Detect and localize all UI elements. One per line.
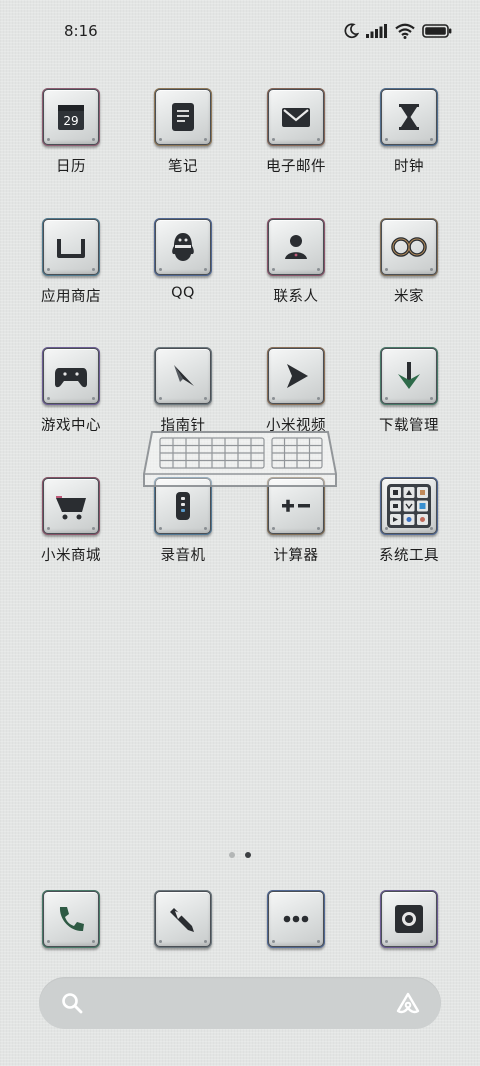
notes-icon (172, 103, 194, 131)
app-tile (267, 890, 325, 948)
app-mijia[interactable]: 米家 (354, 216, 464, 326)
app-tile (380, 347, 438, 405)
app-label: 时钟 (394, 159, 424, 175)
page-indicator (0, 852, 480, 858)
app-mi-video[interactable]: 小米视频 (241, 345, 351, 455)
app-contacts[interactable]: 联系人 (241, 216, 351, 326)
app-label: 米家 (394, 289, 424, 305)
app-tile (380, 88, 438, 146)
camera-icon (395, 905, 423, 933)
moon-icon (344, 23, 359, 39)
app-tile (42, 218, 100, 276)
app-tile (154, 477, 212, 535)
calculator-icon (282, 499, 310, 512)
dock-phone[interactable] (16, 888, 126, 948)
app-label: 日历 (56, 159, 86, 175)
wifi-icon (395, 23, 415, 39)
phone-icon (59, 907, 84, 932)
status-time: 8:16 (64, 22, 98, 40)
app-label: 应用商店 (41, 289, 101, 305)
folder-system-tools[interactable]: 系统工具 (354, 475, 464, 585)
app-tile (267, 477, 325, 535)
app-label: 指南针 (160, 418, 206, 434)
app-game-center[interactable]: 游戏中心 (16, 345, 126, 455)
video-play-icon (287, 364, 308, 388)
app-label: 计算器 (273, 548, 319, 564)
app-tile (267, 347, 325, 405)
app-label: 联系人 (273, 289, 319, 305)
app-label: 系统工具 (379, 548, 439, 564)
app-label: 小米视频 (266, 418, 326, 434)
app-label: 游戏中心 (41, 418, 101, 434)
status-icons (343, 21, 452, 41)
recorder-icon (176, 492, 190, 520)
app-tile (380, 477, 438, 535)
calendar-date: 29 (63, 114, 78, 128)
app-label: QQ (171, 285, 195, 301)
messages-icon (283, 915, 309, 923)
app-label: 下载管理 (379, 418, 439, 434)
hourglass-icon (399, 104, 419, 130)
system-tools-folder-icon (387, 484, 431, 528)
dock-messages[interactable] (241, 888, 351, 948)
dock (0, 888, 480, 948)
shopping-cart-icon (56, 496, 86, 520)
download-icon (398, 362, 420, 389)
compass-icon (174, 365, 194, 386)
dock-browser[interactable] (128, 888, 238, 948)
app-tile (380, 890, 438, 948)
mijia-icon (391, 237, 427, 257)
app-tile (42, 347, 100, 405)
app-store-icon (57, 239, 85, 258)
app-label: 小米商城 (41, 548, 101, 564)
dock-camera[interactable] (354, 888, 464, 948)
app-tile (267, 88, 325, 146)
page-dot-2[interactable] (245, 852, 251, 858)
search-icon (62, 993, 83, 1014)
search-bar[interactable] (39, 977, 441, 1029)
app-label: 笔记 (168, 159, 198, 175)
app-download-manager[interactable]: 下载管理 (354, 345, 464, 455)
app-tile (154, 88, 212, 146)
app-notes[interactable]: 笔记 (128, 86, 238, 196)
browser-icon (170, 908, 194, 932)
mail-icon (282, 108, 310, 127)
assistant-icon[interactable] (395, 991, 421, 1015)
app-label: 录音机 (160, 548, 206, 564)
app-mi-store[interactable]: 小米商城 (16, 475, 126, 585)
app-tile (267, 218, 325, 276)
signal-icon (366, 24, 387, 38)
app-calculator[interactable]: 计算器 (241, 475, 351, 585)
app-tile (42, 890, 100, 948)
app-tile (154, 347, 212, 405)
contacts-icon (285, 235, 307, 259)
app-tile: 29 (42, 88, 100, 146)
page-dot-1[interactable] (229, 852, 235, 858)
battery-icon (422, 24, 452, 38)
app-email[interactable]: 电子邮件 (241, 86, 351, 196)
status-bar: 8:16 (0, 0, 480, 62)
app-compass[interactable]: 指南针 (128, 345, 238, 455)
app-calendar[interactable]: 29 日历 (16, 86, 126, 196)
qq-penguin-icon (172, 233, 194, 261)
app-label: 电子邮件 (266, 159, 326, 175)
app-tile (380, 218, 438, 276)
app-tile (154, 218, 212, 276)
calendar-icon: 29 (58, 105, 84, 130)
app-tile (42, 477, 100, 535)
gamepad-icon (55, 368, 87, 388)
app-app-store[interactable]: 应用商店 (16, 216, 126, 326)
app-recorder[interactable]: 录音机 (128, 475, 238, 585)
app-clock[interactable]: 时钟 (354, 86, 464, 196)
app-qq[interactable]: QQ (128, 216, 238, 326)
app-tile (154, 890, 212, 948)
